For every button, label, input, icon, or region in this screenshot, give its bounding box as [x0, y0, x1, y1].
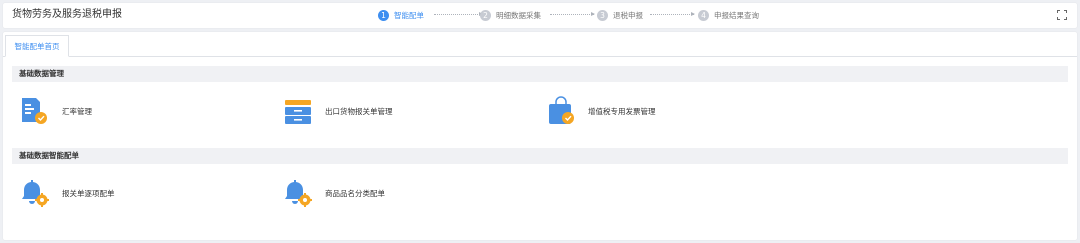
page-title: 货物劳务及服务退税申报	[12, 9, 122, 20]
section-title: 基础数据管理	[19, 69, 64, 78]
exchange-rate-document-icon	[22, 98, 47, 124]
step-4[interactable]: 4 申报结果查询	[698, 9, 759, 21]
step-connector-arrow	[434, 12, 483, 16]
step-4-label: 申报结果查询	[714, 10, 759, 20]
fullscreen-icon[interactable]	[1057, 10, 1067, 20]
step-3-label: 退税申报	[613, 10, 643, 20]
header-bar: 货物劳务及服务退税申报 1 智能配单 2 明细数据采集 3 退税申报 4 申报结…	[3, 3, 1077, 28]
bell-gear-icon	[285, 180, 312, 207]
section-basic-data-management: 基础数据管理	[12, 66, 1068, 82]
step-2-number: 2	[480, 9, 491, 21]
item-label: 商品品名分类配单	[325, 188, 385, 198]
section-title: 基础数据智能配单	[19, 151, 79, 160]
item-label: 报关单逐项配单	[62, 188, 115, 198]
step-3-number: 3	[597, 9, 608, 21]
step-1[interactable]: 1 智能配单	[378, 9, 424, 21]
step-1-label: 智能配单	[394, 10, 424, 20]
step-2-label: 明细数据采集	[496, 10, 541, 20]
step-connector-arrow	[550, 12, 595, 16]
step-connector-arrow	[650, 12, 695, 16]
tab-smart-matching-home[interactable]: 智能配单首页	[5, 35, 69, 57]
step-4-number: 4	[698, 9, 709, 21]
main-panel: 智能配单首页 基础数据管理 汇率管理 出口货物报关单管理 增值税专用发票管理 基…	[3, 32, 1077, 240]
item-label: 汇率管理	[62, 106, 92, 116]
shopping-bag-check-icon	[549, 96, 574, 124]
product-name-classification-matching-button[interactable]: 商品品名分类配单	[283, 176, 385, 210]
item-label: 增值税专用发票管理	[588, 106, 656, 116]
item-label: 出口货物报关单管理	[325, 106, 393, 116]
export-customs-declaration-management-button[interactable]: 出口货物报关单管理	[283, 94, 393, 128]
vat-special-invoice-management-button[interactable]: 增值税专用发票管理	[546, 94, 656, 128]
section-basic-data-smart-matching: 基础数据智能配单	[12, 148, 1068, 164]
cabinet-drawer-icon	[285, 100, 311, 124]
declaration-item-matching-button[interactable]: 报关单逐项配单	[20, 176, 115, 210]
bell-gear-icon	[22, 180, 49, 207]
step-1-number: 1	[378, 9, 389, 21]
step-3[interactable]: 3 退税申报	[597, 9, 643, 21]
tab-divider	[3, 56, 1077, 57]
step-2[interactable]: 2 明细数据采集	[480, 9, 541, 21]
exchange-rate-management-button[interactable]: 汇率管理	[20, 94, 92, 128]
